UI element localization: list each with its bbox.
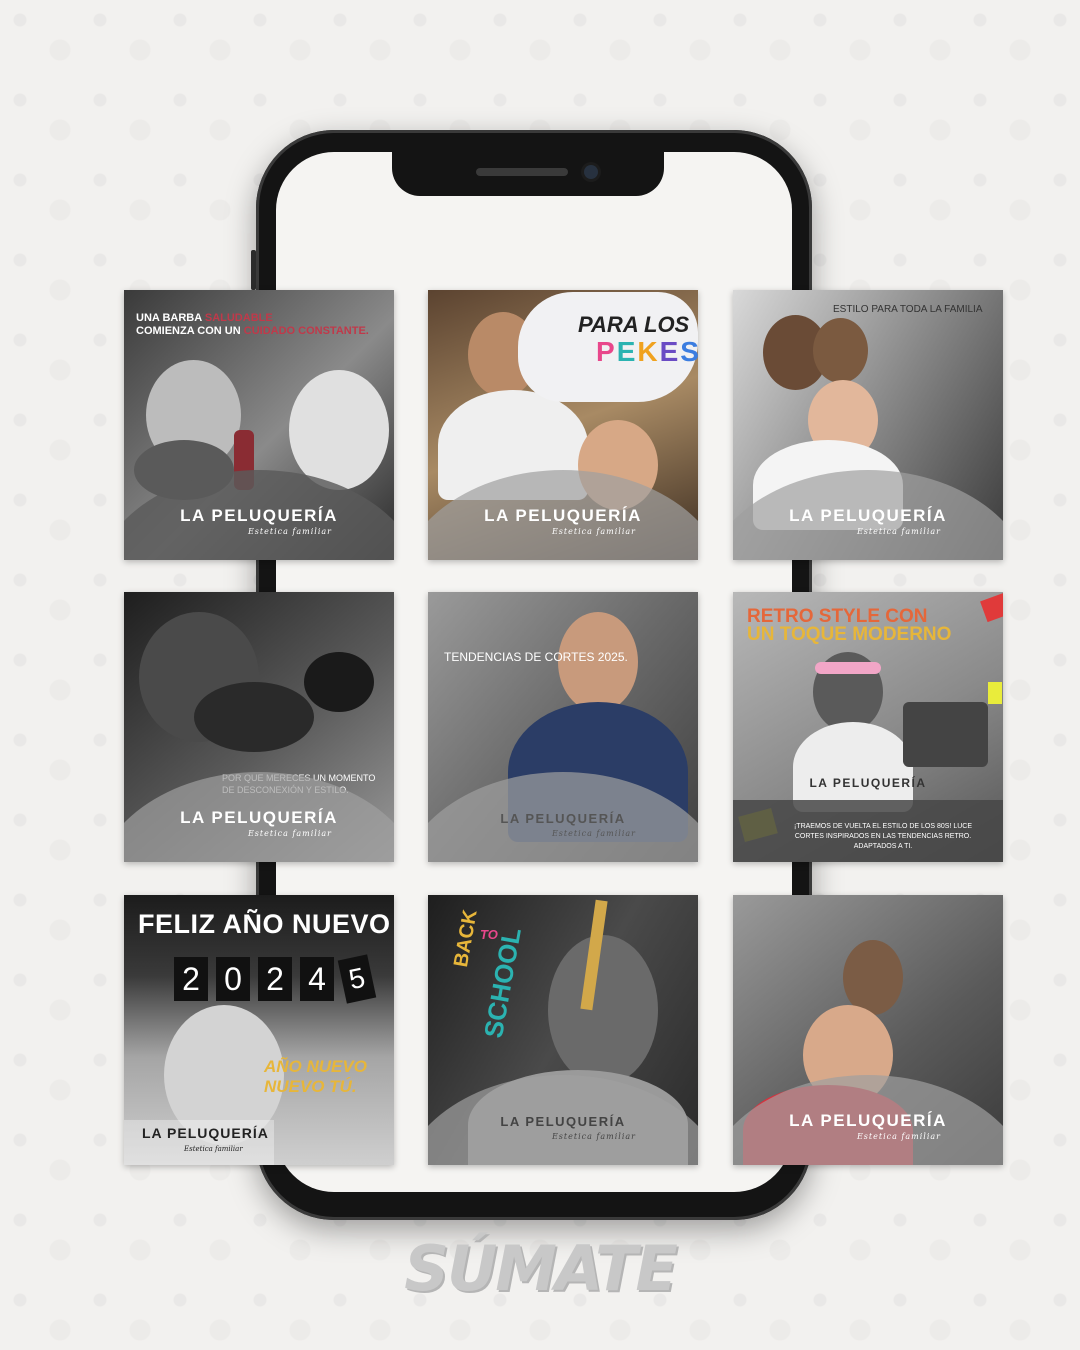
brand-logo: LA PELUQUERÍA Estetica familiar [789, 1111, 947, 1141]
brand-logo: LA PELUQUERÍA Estetica familiar [789, 506, 947, 536]
client-beard [194, 682, 314, 752]
stylist-head [843, 940, 903, 1015]
year-card: 2 [174, 957, 208, 1001]
phone-side-button [251, 250, 256, 290]
post-7-headline: FELIZ AÑO NUEVO [138, 909, 391, 939]
post-7-tagline: AÑO NUEVO NUEVO TÚ. [264, 1057, 367, 1096]
brand-logo: LA PELUQUERÍA [142, 1125, 269, 1141]
post-family[interactable]: ESTILO PARA TODA LA FAMILIA LA PELUQUERÍ… [733, 290, 1003, 560]
post-6-caption: ¡TRAEMOS DE VUELTA EL ESTILO DE LOS 80S!… [793, 823, 973, 850]
boombox-icon [903, 702, 988, 767]
brand-logo: LA PELUQUERÍA Estetica familiar [180, 506, 338, 536]
child-head [548, 935, 658, 1085]
brand-logo: LA PELUQUERÍA Estetica familiar [500, 1114, 636, 1141]
phone-speaker [476, 168, 568, 176]
post-relax[interactable]: POR QUE MERECES UN MOMENTO DE DESCONEXIÓ… [124, 592, 394, 862]
headband [815, 662, 881, 674]
brand-logo: LA PELUQUERÍA Estetica familiar [484, 506, 642, 536]
year-card: 0 [216, 957, 250, 1001]
child-head [813, 318, 868, 383]
post-kids[interactable]: PARA LOS PEKES LA PELUQUERÍA Estetica fam… [428, 290, 698, 560]
year-cards: 2 0 2 4 5 [174, 954, 377, 1004]
post-1-headline: UNA BARBA SALUDABLE COMIENZA CON UN CUID… [136, 312, 369, 337]
brand-logo: LA PELUQUERÍA Estetica familiar [180, 808, 338, 838]
post-new-year[interactable]: FELIZ AÑO NUEVO 2 0 2 4 5 AÑO NUEVO NUEVO… [124, 895, 394, 1165]
brand-tagline: Estetica familiar [184, 1145, 243, 1153]
post-salon[interactable]: LA PELUQUERÍA Estetica familiar [733, 895, 1003, 1165]
post-beard-care[interactable]: UNA BARBA SALUDABLE COMIENZA CON UN CUID… [124, 290, 394, 560]
barber-head [289, 370, 389, 490]
brand-logo: LA PELUQUERÍA Estetica familiar [500, 811, 636, 838]
post-2-headline-2: PEKES [596, 336, 698, 367]
post-retro[interactable]: RETRO STYLE CON UN TOQUE MODERNO LA PELUQ… [733, 592, 1003, 862]
year-card: 4 [300, 957, 334, 1001]
post-trends[interactable]: TENDENCIAS DE CORTES 2025. LA PELUQUERÍA… [428, 592, 698, 862]
year-card-flipping: 5 [337, 954, 377, 1004]
post-6-headline: RETRO STYLE CON UN TOQUE MODERNO [747, 606, 952, 645]
post-back-to-school[interactable]: BACK TO SCHOOL LA PELUQUERÍA Estetica fam… [428, 895, 698, 1165]
post-5-headline: TENDENCIAS DE CORTES 2025. [444, 650, 628, 664]
post-2-headline-1: PARA LOS [578, 312, 690, 337]
front-camera [584, 165, 598, 179]
model-shirt [793, 722, 913, 812]
barber-glove [304, 652, 374, 712]
post-3-headline: ESTILO PARA TODA LA FAMILIA [833, 304, 983, 315]
shape-yellow-small [988, 682, 1002, 704]
year-card: 2 [258, 957, 292, 1001]
sumate-logo: SÚMATE [404, 1232, 677, 1305]
brand-logo: LA PELUQUERÍA [809, 776, 927, 790]
